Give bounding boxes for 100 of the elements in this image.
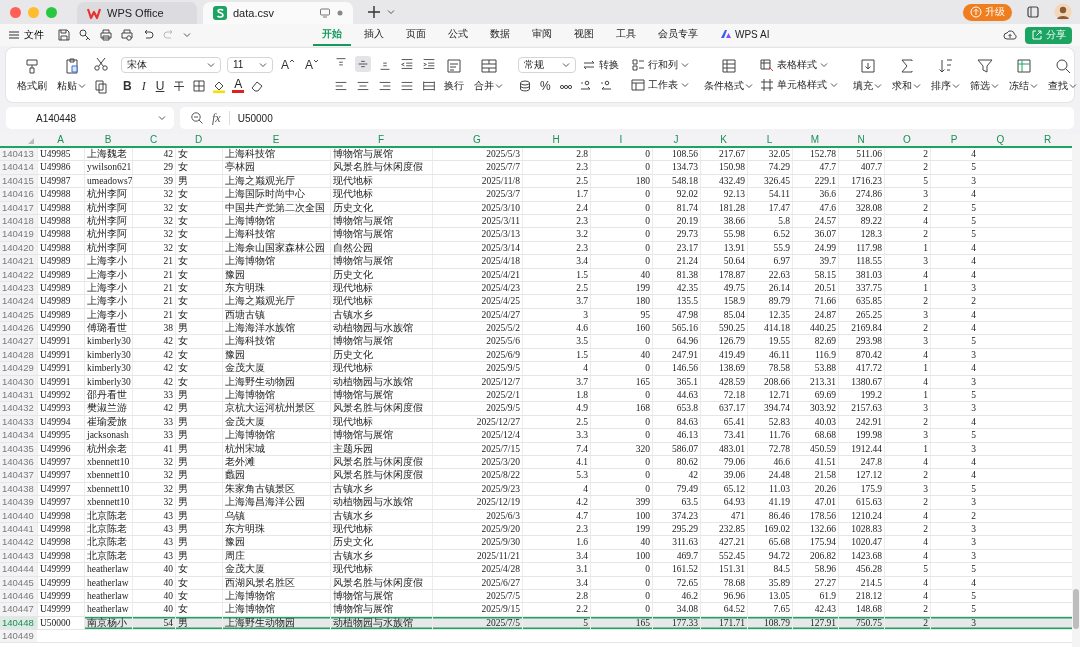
grow-font-button[interactable]: A xyxy=(279,57,297,72)
conditional-format-button[interactable]: 条件格式 xyxy=(701,57,757,93)
row-header[interactable]: 140437 xyxy=(0,469,37,482)
percent-button[interactable]: % xyxy=(538,79,553,93)
row-header[interactable]: 140434 xyxy=(0,429,37,442)
convert-button[interactable]: 转换 xyxy=(582,58,620,72)
column-header[interactable]: H xyxy=(522,134,590,146)
table-row[interactable]: 140434 U49995 jacksonash 33 男 上海博物馆 博物馆与展馆 2025/12/4 3.3 0 46.13 73.41 11.76 68.68 199.98 3 5 xyxy=(0,429,1072,443)
font-field[interactable]: 宋体 xyxy=(121,56,221,73)
column-header[interactable]: A xyxy=(37,134,84,146)
table-row[interactable]: 140426 U49990 傅璐看世 38 男 上海海洋水族馆 动植物园与水族馆 2025/5/2 4.6 160 565.16 590.25 414.18 440.25 2169.84 2 4 xyxy=(0,322,1072,336)
freeze-button[interactable]: 冻结 xyxy=(1006,57,1042,93)
row-header[interactable]: 140439 xyxy=(0,496,37,509)
ribbon-tab[interactable]: 审阅 xyxy=(523,24,561,46)
ribbon-tab[interactable]: 工具 xyxy=(607,24,645,46)
table-row[interactable]: 140427 U49991 kimberly30 42 女 上海科技馆 博物馆与展馆 2025/5/6 3.5 0 64.96 126.79 19.55 82.69 293.98 3 5 xyxy=(0,335,1072,349)
table-row[interactable]: 140422 U49989 上海李小 21 女 豫园 历史文化 2025/4/21 1.5 40 81.38 178.87 22.63 58.15 381.03 4 4 xyxy=(0,268,1072,282)
table-row[interactable]: 140432 U49993 樊淑兰游 42 男 京杭大运河杭州景区 风景名胜与休闲度假 2025/9/5 4.9 168 653.8 637.17 394.74 303.92 2157.63 3 3 xyxy=(0,402,1072,416)
table-row[interactable]: 140440 U49998 北京陈老 43 男 乌镇 古镇水乡 2025/6/3 4.7 100 374.23 471 86.46 178.56 1210.24 4 2 xyxy=(0,509,1072,523)
table-row[interactable]: 140419 U49988 杭州李阿 32 女 上海科技馆 博物馆与展馆 2025/3/13 3.2 0 29.73 55.98 6.52 36.07 128.3 2 5 xyxy=(0,228,1072,242)
table-row[interactable]: 140438 U49997 xbennett10 32 男 朱家角古镇景区 古镇水乡 2025/9/23 4 0 79.49 65.12 11.03 20.26 175.9 3 5 xyxy=(0,482,1072,497)
column-header[interactable]: Q xyxy=(978,134,1023,146)
wrap-text-button[interactable]: 换行 xyxy=(441,57,468,93)
ribbon-tab[interactable]: WPS AI xyxy=(711,24,779,46)
italic-button[interactable]: I xyxy=(139,78,148,94)
row-header[interactable]: 140431 xyxy=(0,389,37,402)
underline-button[interactable]: U xyxy=(153,79,167,93)
table-row[interactable]: 140435 U49996 杭州余老 41 男 杭州宋城 主题乐园 2025/7/15 7.4 320 586.07 483.01 72.78 450.59 1912.44 1 3 xyxy=(0,442,1072,456)
filter-button[interactable]: 筛选 xyxy=(967,57,1003,93)
ribbon-tab[interactable]: 页面 xyxy=(397,24,435,46)
row-header[interactable]: 140413 xyxy=(0,148,37,161)
table-row[interactable]: 140413 U49985 上海魏老 42 女 上海科技馆 博物馆与展馆 2025/5/3 2.8 0 108.56 217.67 32.05 152.78 511.06 2 4 xyxy=(0,148,1072,162)
row-header[interactable]: 140429 xyxy=(0,362,37,375)
table-row[interactable]: 140417 U49988 杭州李阿 32 女 中国共产党第二次全国 历史文化 2025/3/10 2.4 0 81.74 181.28 17.47 47.6 328.08 2 5 xyxy=(0,201,1072,215)
table-row[interactable]: 140429 U49991 kimberly30 42 女 金茂大厦 现代地标 2025/9/5 4 0 146.56 138.69 78.58 53.88 417.72 1 4 xyxy=(0,362,1072,376)
fill-button[interactable]: 填充 xyxy=(850,57,886,93)
table-row[interactable]: 140442 U49998 北京陈老 43 男 豫园 历史文化 2025/9/30 1.6 40 311.63 427.21 65.68 175.94 1020.47 4 3 xyxy=(0,536,1072,550)
table-row[interactable]: 140430 U49991 kimberly30 42 女 上海野生动物园 动植物园与水族馆 2025/12/7 3.7 165 365.1 428.59 208.66 213.31 1380.67 4 3 xyxy=(0,375,1072,390)
column-header[interactable]: B xyxy=(84,134,132,146)
table-row[interactable]: 140443 U49998 北京陈老 43 男 周庄 古镇水乡 2025/11/21 3.4 100 469.7 552.45 94.72 206.82 1423.68 4 3 xyxy=(0,549,1072,564)
shrink-font-button[interactable]: A xyxy=(303,57,322,72)
table-row[interactable]: 140445 U49999 heatherlaw 40 女 西湖风景名胜区 风景名胜与休闲度假 2025/6/27 3.4 0 72.65 78.68 35.89 27.27 214.5 4 4 xyxy=(0,576,1072,590)
row-header[interactable]: 140426 xyxy=(0,322,37,335)
ribbon-tab[interactable]: 会员专享 xyxy=(649,24,707,46)
row-header[interactable]: 140416 xyxy=(0,188,37,201)
column-header[interactable]: P xyxy=(930,134,978,146)
bold-button[interactable]: B xyxy=(121,79,134,93)
table-style-button[interactable]: 表格样式 xyxy=(760,58,829,72)
table-row[interactable]: 140431 U49992 邵丹看世 33 男 上海博物馆 博物馆与展馆 2025/2/1 1.8 0 44.63 72.18 12.71 69.69 199.2 1 5 xyxy=(0,389,1072,403)
table-row[interactable]: 140436 U49997 xbennett10 32 男 老外滩 风景名胜与休闲度假 2025/3/20 4.1 0 80.62 79.06 46.6 41.51 247.8 4 4 xyxy=(0,456,1072,470)
table-row[interactable]: 140418 U49988 杭州李阿 32 女 上海博物馆 博物馆与展馆 2025/3/11 2.3 0 20.19 38.66 5.8 24.57 89.22 4 5 xyxy=(0,214,1072,229)
table-row[interactable]: 140424 U49989 上海李小 21 女 上海之巅观光厅 现代地标 2025/4/25 3.7 180 135.5 158.9 89.79 71.66 635.85 2 2 xyxy=(0,295,1072,309)
ribbon-tab[interactable]: 视图 xyxy=(565,24,603,46)
rows-columns-button[interactable]: 行和列 xyxy=(631,58,690,72)
column-header[interactable]: N xyxy=(838,134,884,146)
row-header[interactable]: 140427 xyxy=(0,335,37,348)
table-row[interactable]: 140447 U49999 heatherlaw 40 女 上海博物馆 博物馆与展馆 2025/9/15 2.2 0 34.08 64.52 7.65 42.43 148.68 2 5 xyxy=(0,603,1072,617)
sort-button[interactable]: 排序 xyxy=(928,57,964,93)
column-header[interactable]: O xyxy=(884,134,930,146)
table-row[interactable]: 140437 U49997 xbennett10 32 男 蠡园 风景名胜与休闲度假 2025/8/22 5.3 0 42 39.06 24.48 21.58 127.12 2 4 xyxy=(0,469,1072,483)
formula-field[interactable]: U50000 xyxy=(237,112,273,124)
table-row[interactable]: 140414 U49986 ywilson621 29 女 亭林园 风景名胜与休闲度假 2025/7/7 2.3 0 134.73 150.98 74.29 47.7 407.7 2 5 xyxy=(0,161,1072,175)
worksheet-button[interactable]: 工作表 xyxy=(631,78,690,92)
row-header[interactable]: 140449 xyxy=(0,630,37,643)
table-row[interactable]: 140416 U49988 杭州李阿 32 女 上海国际时尚中心 现代地标 2025/3/7 1.7 0 92.02 92.13 54.11 36.6 274.86 3 4 xyxy=(0,188,1072,202)
document-tab[interactable]: WPS Office xyxy=(77,2,197,24)
table-row[interactable]: 140433 U49994 崔瑜爱旅 33 男 金茂大厦 现代地标 2025/12/27 2.5 0 84.63 65.41 52.83 40.03 242.91 2 4 xyxy=(0,415,1072,430)
table-row[interactable]: 140415 U49987 umeadows7 39 男 上海之巅观光厅 现代地标 2025/11/8 2.5 180 548.18 432.49 326.45 229.1 1716.23 5 3 xyxy=(0,174,1072,189)
column-header[interactable]: G xyxy=(432,134,522,146)
merge-button[interactable]: 合并 xyxy=(471,57,507,93)
column-header[interactable]: R xyxy=(1023,134,1072,146)
cell-style-button[interactable]: 单元格样式 xyxy=(760,78,839,92)
column-header[interactable]: J xyxy=(652,134,700,146)
document-tab[interactable]: data.csv xyxy=(203,2,353,24)
column-header[interactable]: M xyxy=(792,134,838,146)
table-row[interactable]: 140425 U49989 上海李小 21 女 西塘古镇 古镇水乡 2025/4/27 3 95 47.98 85.04 12.35 24.87 265.25 3 4 xyxy=(0,308,1072,323)
table-row[interactable]: 140423 U49989 上海李小 21 女 东方明珠 现代地标 2025/4/23 2.5 199 42.35 49.75 26.14 20.51 337.75 1 3 xyxy=(0,281,1072,296)
row-header[interactable]: 140442 xyxy=(0,536,37,549)
column-header[interactable]: C xyxy=(132,134,175,146)
column-header[interactable]: I xyxy=(590,134,652,146)
table-row[interactable]: 140420 U49988 杭州李阿 32 女 上海佘山国家森林公园 自然公园 2025/3/14 2.3 0 23.17 13.91 55.9 24.99 117.98 1 4 xyxy=(0,241,1072,256)
font-color-button[interactable]: A xyxy=(232,79,245,93)
cell-reference-field[interactable]: A140448 xyxy=(6,107,174,129)
table-row[interactable]: 140441 U49998 北京陈老 43 男 东方明珠 现代地标 2025/9/20 2.3 199 295.29 232.85 169.02 132.66 1028.83 2 3 xyxy=(0,522,1072,537)
ribbon-tab[interactable]: 插入 xyxy=(355,24,393,46)
ribbon-tab[interactable]: 数据 xyxy=(481,24,519,46)
table-row[interactable]: 140439 U49997 xbennett10 32 男 上海海昌海洋公园 动植物园与水族馆 2025/12/19 4.2 399 63.5 64.93 41.19 47.01 615.63 2 3 xyxy=(0,496,1072,510)
row-header[interactable]: 140444 xyxy=(0,563,37,576)
find-button[interactable]: 查找 xyxy=(1045,57,1080,93)
function-label[interactable]: fx xyxy=(212,110,221,126)
column-header[interactable]: K xyxy=(700,134,747,146)
format-painter-button[interactable]: 格式刷 xyxy=(14,57,50,93)
row-header[interactable]: 140424 xyxy=(0,295,37,308)
row-header[interactable]: 140432 xyxy=(0,402,37,415)
font-size-field[interactable]: 11 xyxy=(227,56,273,73)
row-header[interactable]: 140447 xyxy=(0,603,37,616)
ribbon-tab[interactable]: 公式 xyxy=(439,24,477,46)
column-header[interactable]: L xyxy=(747,134,792,146)
row-header[interactable]: 140414 xyxy=(0,161,37,174)
column-header[interactable]: D xyxy=(175,134,222,146)
